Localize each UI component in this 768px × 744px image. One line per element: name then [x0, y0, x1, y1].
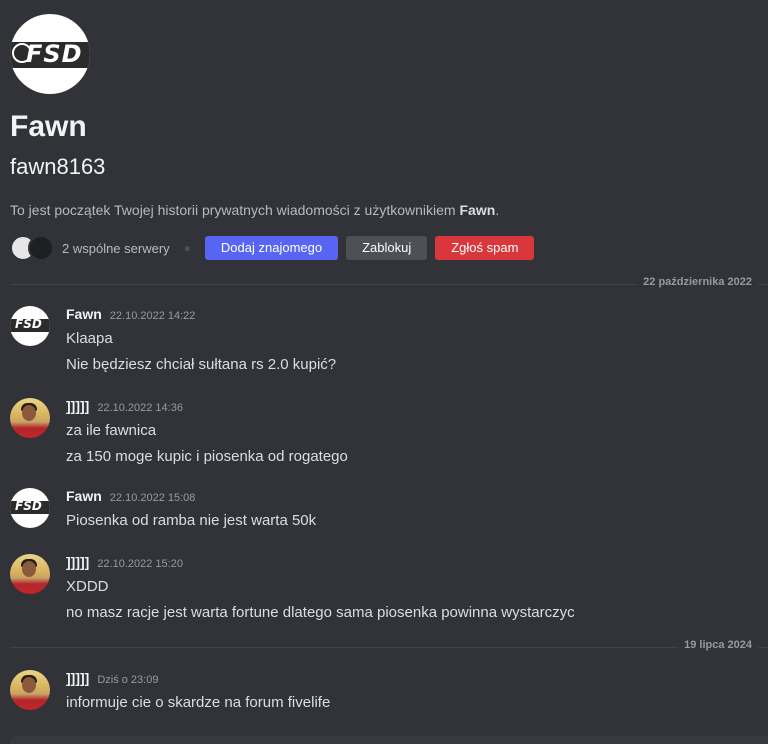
avatar[interactable]: [10, 398, 50, 438]
avatar-logo-text: FSD: [15, 317, 42, 331]
message-text: no masz racje jest warta fortune dlatego…: [66, 604, 575, 621]
message-timestamp: 22.10.2022 15:20: [97, 558, 183, 570]
profile-avatar[interactable]: FSD: [10, 14, 90, 94]
avatar[interactable]: FSD: [10, 306, 50, 346]
date-divider: 19 lipca 2024: [10, 639, 768, 651]
username: fawn8163: [10, 154, 106, 179]
avatar[interactable]: FSD: [10, 488, 50, 528]
avatar-logo-text: FSD: [15, 499, 42, 513]
display-name: Fawn: [10, 110, 87, 143]
block-button[interactable]: Zablokuj: [346, 236, 428, 260]
date-divider-label: 22 października 2022: [637, 276, 758, 288]
message-text: Piosenka od ramba nie jest warta 50k: [66, 512, 317, 529]
message-timestamp: 22.10.2022 14:22: [109, 310, 196, 322]
message-group[interactable]: FSD Fawn 22.10.2022 14:22 Klaapa Nie będz…: [10, 306, 750, 376]
message-text: Klaapa: [66, 330, 113, 347]
intro-prefix: To jest początek Twojej historii prywatn…: [10, 202, 460, 218]
intro-suffix: .: [495, 202, 500, 218]
message-timestamp: 22.10.2022 14:36: [97, 402, 183, 414]
profile-actions: 2 wspólne serwery ● Dodaj znajomego Zabl…: [10, 235, 750, 261]
intro-name: Fawn: [459, 202, 496, 218]
date-divider-label: 19 lipca 2024: [678, 639, 758, 651]
logo-text: FSD: [26, 40, 83, 68]
message-text: za ile fawnica: [66, 422, 157, 439]
message-author[interactable]: Fawn: [66, 488, 102, 504]
separator-dot-icon: ●: [183, 241, 191, 255]
message-timestamp: 22.10.2022 15:08: [109, 492, 196, 504]
message-timestamp: Dziś o 23:09: [97, 674, 159, 686]
message-author[interactable]: ]]]]]: [66, 670, 89, 686]
avatar[interactable]: [10, 554, 50, 594]
message-group[interactable]: ]]]]] 22.10.2022 14:36 za ile fawnica za …: [10, 398, 750, 468]
message-author[interactable]: ]]]]]: [66, 398, 89, 414]
mutual-server-icon[interactable]: [28, 235, 54, 261]
dm-profile-header: FSD Fawn fawn8163 To jest początek Twoje…: [10, 14, 750, 261]
message-text: informuje cie o skardze na forum fivelif…: [66, 694, 331, 711]
message-text: XDDD: [66, 578, 109, 595]
message-author[interactable]: ]]]]]: [66, 554, 89, 570]
message-text: za 150 moge kupic i piosenka od rogatego: [66, 448, 348, 465]
add-friend-button[interactable]: Dodaj znajomego: [204, 236, 339, 260]
mutual-servers-link[interactable]: 2 wspólne serwery: [62, 241, 170, 256]
message-author[interactable]: Fawn: [66, 306, 102, 322]
message-text: Nie będziesz chciał sułtana rs 2.0 kupić…: [66, 356, 337, 373]
avatar[interactable]: [10, 670, 50, 710]
message-composer[interactable]: [10, 736, 768, 744]
message-group[interactable]: ]]]]] Dziś o 23:09 informuje cie o skardz…: [10, 670, 750, 714]
dm-intro-text: To jest początek Twojej historii prywatn…: [10, 202, 750, 218]
date-divider: 22 października 2022: [10, 276, 768, 288]
message-group[interactable]: FSD Fawn 22.10.2022 15:08 Piosenka od ram…: [10, 488, 750, 532]
report-spam-button[interactable]: Zgłoś spam: [435, 236, 535, 260]
message-group[interactable]: ]]]]] 22.10.2022 15:20 XDDD no masz racje…: [10, 554, 750, 624]
